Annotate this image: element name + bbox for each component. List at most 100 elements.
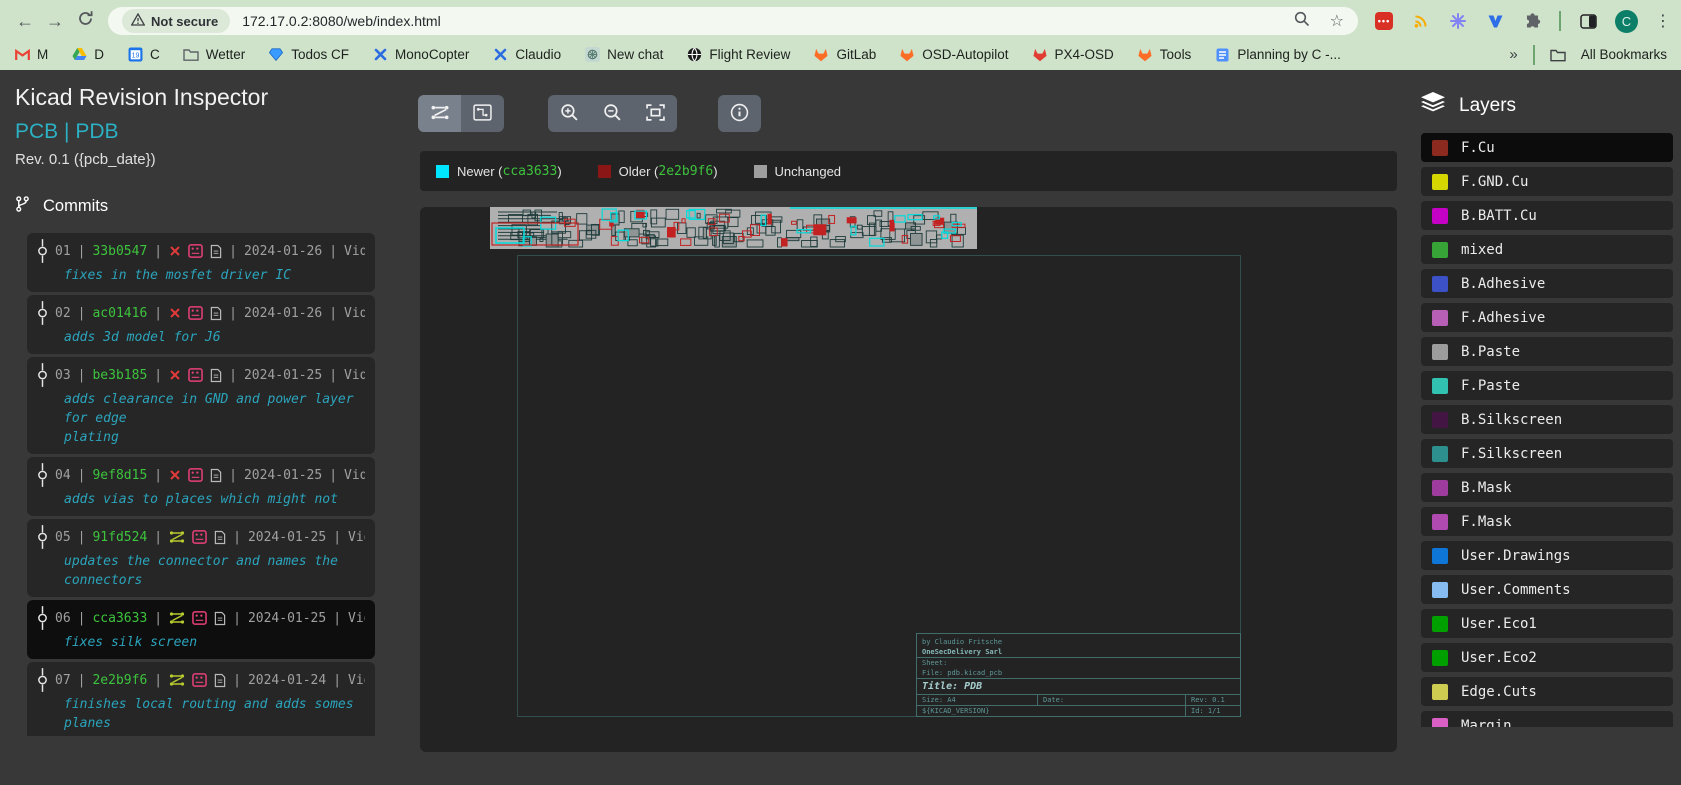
layer-color-swatch <box>1432 344 1448 360</box>
layer-row[interactable]: F.Cu <box>1421 133 1673 162</box>
layer-row[interactable]: F.Adhesive <box>1421 303 1673 332</box>
layer-label: B.Mask <box>1461 480 1512 496</box>
bookmark[interactable]: Wetter <box>183 47 246 63</box>
bookmark[interactable]: Todos CF <box>268 47 349 63</box>
layer-row[interactable]: User.Comments <box>1421 575 1673 604</box>
layer-row[interactable]: F.GND.Cu <box>1421 167 1673 196</box>
address-bar[interactable]: Not secure 172.17.0.2:8080/web/index.htm… <box>108 7 1358 35</box>
doc-icon[interactable] <box>214 673 226 688</box>
vpn-extension-icon[interactable] <box>1485 11 1505 31</box>
layer-row[interactable]: B.Paste <box>1421 337 1673 366</box>
bookmark[interactable]: Planning by C -... <box>1214 47 1341 63</box>
layer-row[interactable]: B.BATT.Cu <box>1421 201 1673 230</box>
doc-icon[interactable] <box>214 530 226 545</box>
bookmark[interactable]: GitLab <box>813 47 876 63</box>
commit-hash: be3b185 <box>92 366 147 385</box>
layer-label: Edge.Cuts <box>1461 684 1537 700</box>
url-text: 172.17.0.2:8080/web/index.html <box>242 13 1293 29</box>
bookmark[interactable]: D <box>71 47 104 63</box>
layer-label: F.Cu <box>1461 140 1495 156</box>
svg-text:19: 19 <box>131 52 139 59</box>
pcb-diff-icon[interactable] <box>188 368 203 382</box>
doc-icon[interactable] <box>210 468 222 483</box>
bookmark[interactable]: Flight Review <box>686 47 790 63</box>
bookmark[interactable]: New chat <box>584 47 663 63</box>
commit-card[interactable]: 01 | 33b0547 | | 2024-01-26 | <box>27 233 375 292</box>
pcb-diff-icon[interactable] <box>188 468 203 482</box>
git-branch-icon <box>15 195 30 218</box>
pcb-diff-icon[interactable] <box>188 244 203 258</box>
bookmarks-overflow-chevron[interactable]: » <box>1509 46 1517 63</box>
layer-list: F.Cu F.GND.Cu B.BATT.Cu mixed B.Adhesive… <box>1421 133 1673 727</box>
titleblock-id: Id: 1/1 <box>1185 706 1240 716</box>
bookmark[interactable]: 19 C <box>127 47 160 63</box>
commit-node-icon <box>37 463 48 487</box>
profile-avatar[interactable]: C <box>1615 10 1638 33</box>
doc-icon[interactable] <box>210 306 222 321</box>
layer-row[interactable]: F.Mask <box>1421 507 1673 536</box>
layer-row[interactable]: Margin <box>1421 711 1673 727</box>
layer-row[interactable]: F.Paste <box>1421 371 1673 400</box>
toolbar-button[interactable] <box>718 95 761 132</box>
password-extension-icon[interactable]: ••• <box>1374 11 1394 31</box>
commit-list: 01 | 33b0547 | | 2024-01-26 | <box>27 233 375 736</box>
xapp-icon <box>492 47 508 63</box>
forward-icon[interactable]: → <box>40 11 70 32</box>
layer-row[interactable]: B.Mask <box>1421 473 1673 502</box>
layer-row[interactable]: B.Silkscreen <box>1421 405 1673 434</box>
back-icon[interactable]: ← <box>10 11 40 32</box>
rss-extension-icon[interactable] <box>1411 11 1431 31</box>
snowflake-extension-icon[interactable] <box>1448 11 1468 31</box>
fox-icon <box>899 47 915 63</box>
doc-icon[interactable] <box>210 244 222 259</box>
side-panel-icon[interactable] <box>1578 11 1598 31</box>
toolbar-button[interactable] <box>591 95 634 132</box>
pcb-diff-icon[interactable] <box>188 306 203 320</box>
layer-label: B.Paste <box>1461 344 1520 360</box>
commit-card[interactable]: 04 | 9ef8d15 | | 2024-01-25 | <box>27 457 375 516</box>
all-bookmarks-label[interactable]: All Bookmarks <box>1581 47 1667 62</box>
layer-row[interactable]: mixed <box>1421 235 1673 264</box>
reload-icon[interactable] <box>70 10 100 32</box>
toolbar-button[interactable] <box>548 95 591 132</box>
commit-author: Vidit Kat <box>348 528 365 547</box>
layer-label: User.Comments <box>1461 582 1571 598</box>
bookmark[interactable]: MonoCopter <box>372 47 469 63</box>
pcb-viewer[interactable]: by Claudio Fritsche OneSecDelivery Sarl … <box>420 207 1397 752</box>
toolbar-button[interactable] <box>634 95 677 132</box>
security-chip[interactable]: Not secure <box>122 9 230 33</box>
zoom-page-icon[interactable] <box>1294 11 1310 32</box>
page-title: Kicad Revision Inspector <box>15 84 375 111</box>
doc-icon[interactable] <box>214 611 226 626</box>
pcb-diff-icon[interactable] <box>192 530 207 544</box>
bookmark[interactable]: PX4-OSD <box>1032 47 1114 63</box>
pcb-board-render[interactable] <box>490 207 977 249</box>
bookmark-star-icon[interactable]: ☆ <box>1330 11 1344 31</box>
layer-row[interactable]: Edge.Cuts <box>1421 677 1673 706</box>
commit-card[interactable]: 05 | 91fd524 | | 2024-01-25 | <box>27 519 375 597</box>
doc-icon[interactable] <box>210 368 222 383</box>
toolbar-button[interactable] <box>461 95 504 132</box>
commit-card[interactable]: 03 | be3b185 | | 2024-01-25 | <box>27 357 375 454</box>
layer-row[interactable]: User.Eco2 <box>1421 643 1673 672</box>
commit-card[interactable]: 02 | ac01416 | | 2024-01-26 | <box>27 295 375 354</box>
extensions-puzzle-icon[interactable] <box>1522 11 1542 31</box>
toolbar-button[interactable] <box>418 95 461 132</box>
bookmark[interactable]: M <box>14 47 48 63</box>
bookmark[interactable]: Tools <box>1137 47 1192 63</box>
commit-date: 2024-01-25 <box>248 609 326 628</box>
pcb-diff-icon[interactable] <box>192 611 207 625</box>
layer-row[interactable]: F.Silkscreen <box>1421 439 1673 468</box>
bookmark[interactable]: OSD-Autopilot <box>899 47 1008 63</box>
layer-row[interactable]: User.Drawings <box>1421 541 1673 570</box>
pdb-link[interactable]: PDB <box>75 120 118 143</box>
bookmark[interactable]: Claudio <box>492 47 561 63</box>
commit-card[interactable]: 06 | cca3633 | | 2024-01-25 | <box>27 600 375 659</box>
layer-row[interactable]: B.Adhesive <box>1421 269 1673 298</box>
commit-card[interactable]: 07 | 2e2b9f6 | | 2024-01-24 | <box>27 662 375 736</box>
pcb-link[interactable]: PCB <box>15 120 58 143</box>
layer-row[interactable]: User.Eco1 <box>1421 609 1673 638</box>
legend-item: Unchanged <box>754 164 842 179</box>
pcb-diff-icon[interactable] <box>192 673 207 687</box>
menu-kebab-icon[interactable]: ⋮ <box>1655 11 1671 31</box>
